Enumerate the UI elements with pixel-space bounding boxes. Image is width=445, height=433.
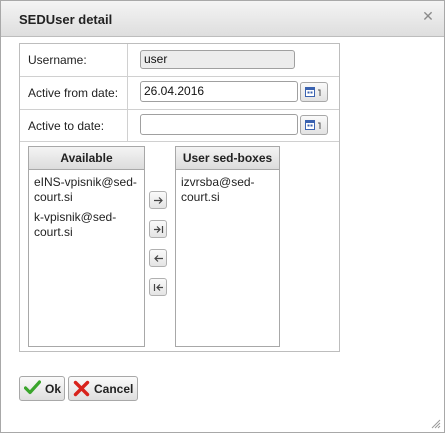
cancel-button[interactable]: Cancel	[68, 376, 138, 401]
list-item[interactable]: eINS-vpisnik@sed-court.si	[29, 170, 144, 205]
move-right-button[interactable]	[149, 191, 167, 209]
move-left-icon	[154, 255, 163, 262]
column-divider	[127, 77, 128, 109]
available-list[interactable]: Available eINS-vpisnik@sed-court.si k-vp…	[28, 146, 145, 347]
available-list-header: Available	[29, 147, 144, 170]
username-row: Username: user	[20, 44, 339, 77]
user-sed-boxes-list[interactable]: User sed-boxes izvrsba@sed-court.si	[175, 146, 280, 347]
column-divider	[127, 44, 128, 76]
seduser-detail-dialog: SEDUser detail ✕ Username: user Active f…	[0, 0, 445, 433]
username-label: Username:	[28, 53, 87, 67]
calendar-icon	[305, 120, 321, 130]
list-item[interactable]: k-vpisnik@sed-court.si	[29, 205, 144, 240]
move-all-left-icon	[153, 284, 163, 291]
active-from-input[interactable]: 26.04.2016	[140, 81, 298, 102]
dialog-titlebar[interactable]: SEDUser detail ✕	[1, 1, 444, 37]
ok-label: Ok	[45, 382, 62, 396]
active-to-input[interactable]	[140, 114, 298, 135]
user-sed-boxes-header: User sed-boxes	[176, 147, 279, 170]
move-all-right-button[interactable]	[149, 220, 167, 238]
active-from-label: Active from date:	[28, 86, 119, 100]
cancel-label: Cancel	[94, 382, 134, 396]
resize-grip-icon[interactable]	[431, 419, 441, 429]
move-all-left-button[interactable]	[149, 278, 167, 296]
close-icon[interactable]: ✕	[421, 9, 435, 23]
cancel-x-icon	[73, 380, 90, 397]
active-to-label: Active to date:	[28, 119, 105, 133]
checkmark-icon	[24, 380, 41, 395]
active-from-row: Active from date: 26.04.2016	[20, 77, 339, 110]
active-to-row: Active to date:	[20, 110, 339, 142]
move-left-button[interactable]	[149, 249, 167, 267]
column-divider	[127, 110, 128, 141]
active-from-calendar-button[interactable]	[300, 82, 328, 102]
calendar-icon	[305, 87, 321, 97]
user-form: Username: user Active from date: 26.04.2…	[19, 43, 340, 352]
move-all-right-icon	[154, 226, 164, 233]
move-right-icon	[154, 197, 163, 204]
ok-button[interactable]: Ok	[19, 376, 65, 401]
list-item[interactable]: izvrsba@sed-court.si	[176, 170, 279, 205]
username-field[interactable]: user	[140, 50, 295, 69]
dialog-title: SEDUser detail	[19, 12, 113, 27]
active-to-calendar-button[interactable]	[300, 115, 328, 135]
